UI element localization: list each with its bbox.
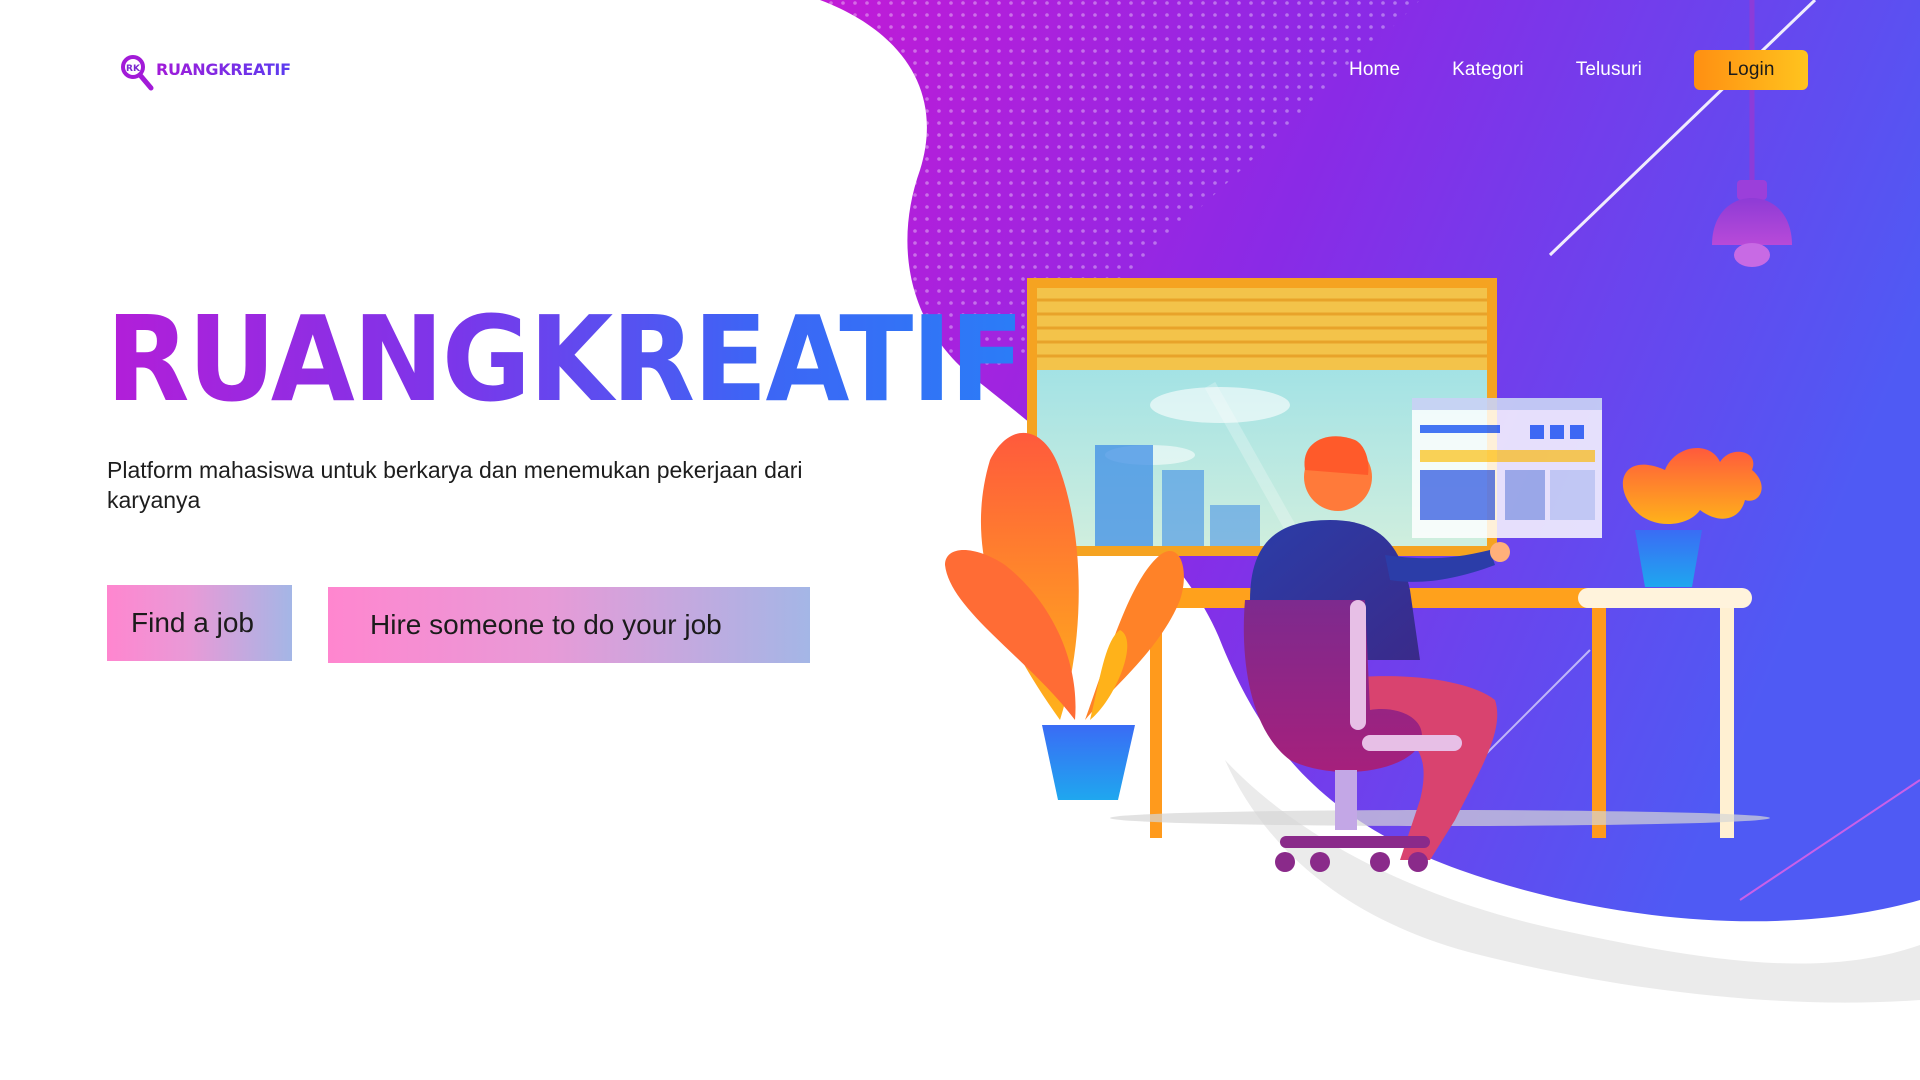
nav-kategori[interactable]: Kategori	[1452, 59, 1524, 81]
hero-subtitle: Platform mahasiswa untuk berkarya dan me…	[107, 457, 803, 513]
landing-page: RK RUANGKREATIF Home Kategori Telusuri L…	[0, 0, 1920, 1080]
nav-telusuri[interactable]: Telusuri	[1576, 59, 1642, 81]
logo-wordmark: RUANGKREATIF	[156, 59, 291, 79]
brand-logo[interactable]: RK RUANGKREATIF	[120, 54, 291, 91]
hero-title: RUANGKREATIF	[106, 290, 1024, 428]
main-nav: Home Kategori Telusuri Login	[1349, 50, 1808, 90]
find-job-button[interactable]: Find a job	[107, 585, 292, 661]
login-button[interactable]: Login	[1694, 50, 1808, 90]
logo-badge-text: RK	[126, 64, 141, 74]
hire-someone-button[interactable]: Hire someone to do your job	[328, 587, 810, 663]
nav-home[interactable]: Home	[1349, 59, 1400, 81]
browser-hologram	[1412, 398, 1602, 538]
hero-illustration	[820, 0, 1920, 1003]
search-icon: RK	[120, 54, 154, 91]
